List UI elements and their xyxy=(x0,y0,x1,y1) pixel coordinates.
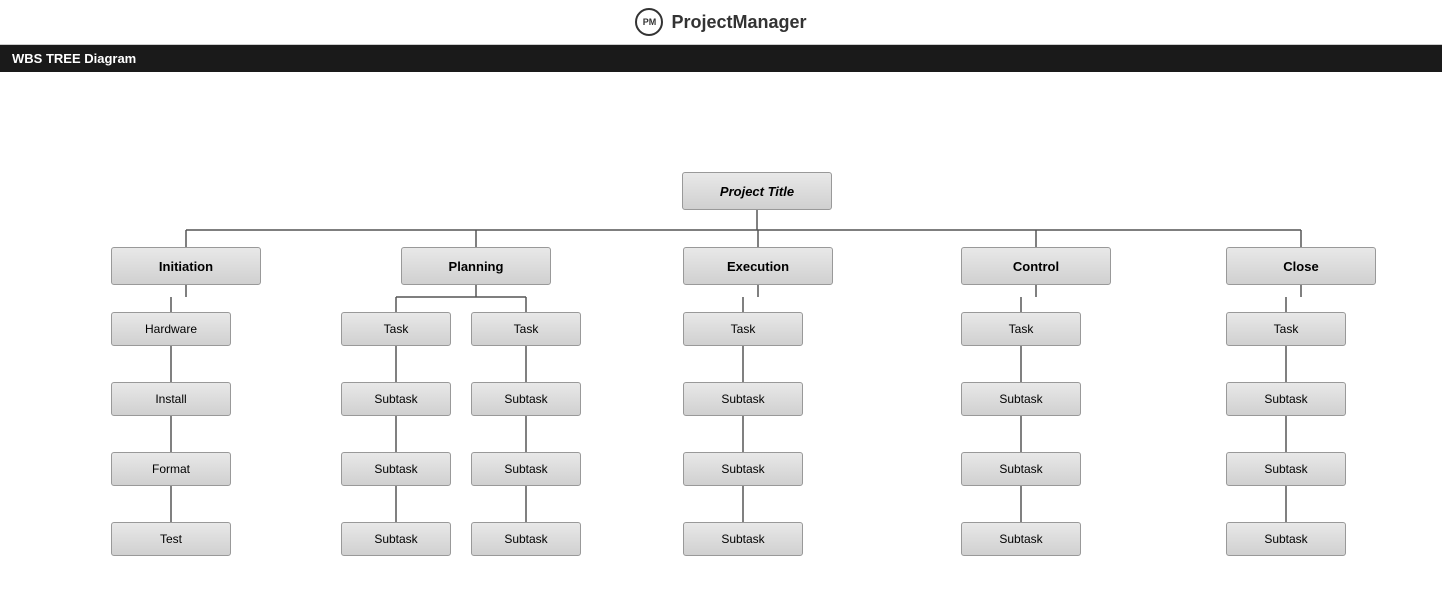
node-close: Close xyxy=(1226,247,1376,285)
node-planning-subtask-left-1: Subtask xyxy=(341,382,451,416)
node-planning-task-right: Task xyxy=(471,312,581,346)
top-bar: PM ProjectManager xyxy=(0,0,1442,45)
node-format: Format xyxy=(111,452,231,486)
node-planning-subtask-left-2: Subtask xyxy=(341,452,451,486)
node-install: Install xyxy=(111,382,231,416)
node-execution-subtask-2: Subtask xyxy=(683,452,803,486)
node-planning-subtask-right-2: Subtask xyxy=(471,452,581,486)
node-planning: Planning xyxy=(401,247,551,285)
node-hardware: Hardware xyxy=(111,312,231,346)
node-close-subtask-3: Subtask xyxy=(1226,522,1346,556)
node-close-subtask-2: Subtask xyxy=(1226,452,1346,486)
node-test: Test xyxy=(111,522,231,556)
header-bar: WBS TREE Diagram xyxy=(0,45,1442,72)
root-node: Project Title xyxy=(682,172,832,210)
app-title: ProjectManager xyxy=(671,12,806,33)
logo-circle: PM xyxy=(635,8,663,36)
node-close-subtask-1: Subtask xyxy=(1226,382,1346,416)
node-control-subtask-1: Subtask xyxy=(961,382,1081,416)
node-execution-subtask-1: Subtask xyxy=(683,382,803,416)
node-control-task: Task xyxy=(961,312,1081,346)
node-execution-subtask-3: Subtask xyxy=(683,522,803,556)
node-planning-task-left: Task xyxy=(341,312,451,346)
node-planning-subtask-right-3: Subtask xyxy=(471,522,581,556)
node-control-subtask-3: Subtask xyxy=(961,522,1081,556)
diagram-area: Project Title Initiation Planning Execut… xyxy=(0,72,1442,612)
node-planning-subtask-right-1: Subtask xyxy=(471,382,581,416)
node-execution-task: Task xyxy=(683,312,803,346)
node-control-subtask-2: Subtask xyxy=(961,452,1081,486)
node-close-task: Task xyxy=(1226,312,1346,346)
node-planning-subtask-left-3: Subtask xyxy=(341,522,451,556)
node-execution: Execution xyxy=(683,247,833,285)
node-control: Control xyxy=(961,247,1111,285)
node-initiation: Initiation xyxy=(111,247,261,285)
